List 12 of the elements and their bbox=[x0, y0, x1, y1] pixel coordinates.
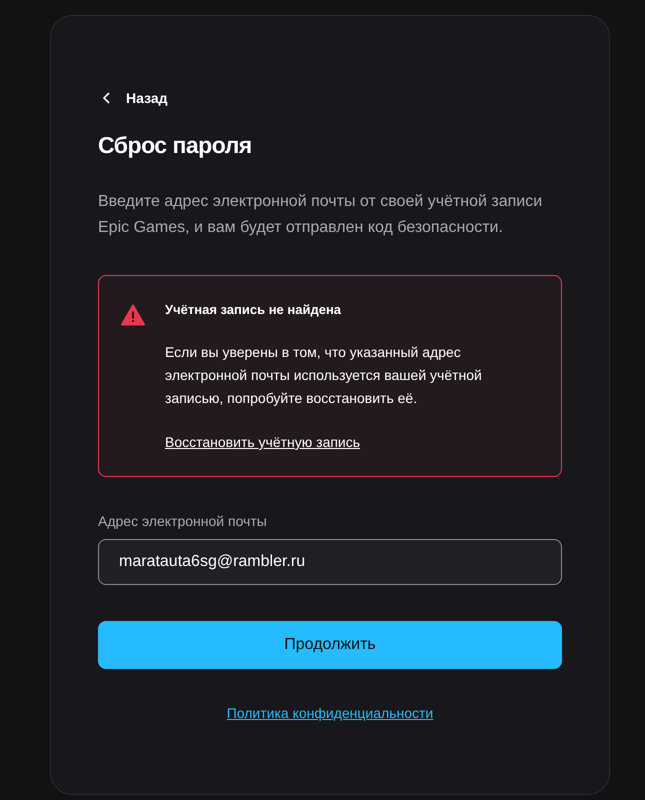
alert-message: Если вы уверены в том, что указанный адрес электронной почты используется вашей учётной записью, попробуйте восстановить её. bbox=[165, 343, 483, 408]
continue-button[interactable]: Продолжить bbox=[98, 621, 562, 669]
email-input[interactable]: maratauta6sg@rambler.ru bbox=[98, 539, 562, 585]
alert-title: Учётная запись не найдена bbox=[165, 302, 342, 317]
description-text: Введите адрес электронной почты от своей учётной записи Epic Games, и вам будет отправлен код безопасности. bbox=[98, 192, 544, 238]
warning-icon bbox=[121, 304, 145, 326]
back-link[interactable]: Назад bbox=[98, 90, 168, 106]
email-label: Адрес электронной почты bbox=[98, 513, 268, 529]
privacy-policy-link[interactable]: Политика конфиденциальности bbox=[226, 705, 434, 721]
chevron-left-icon bbox=[102, 91, 112, 105]
page-title: Сброс пароля bbox=[98, 132, 253, 159]
restore-account-link[interactable]: Восстановить учётную запись bbox=[165, 434, 360, 450]
